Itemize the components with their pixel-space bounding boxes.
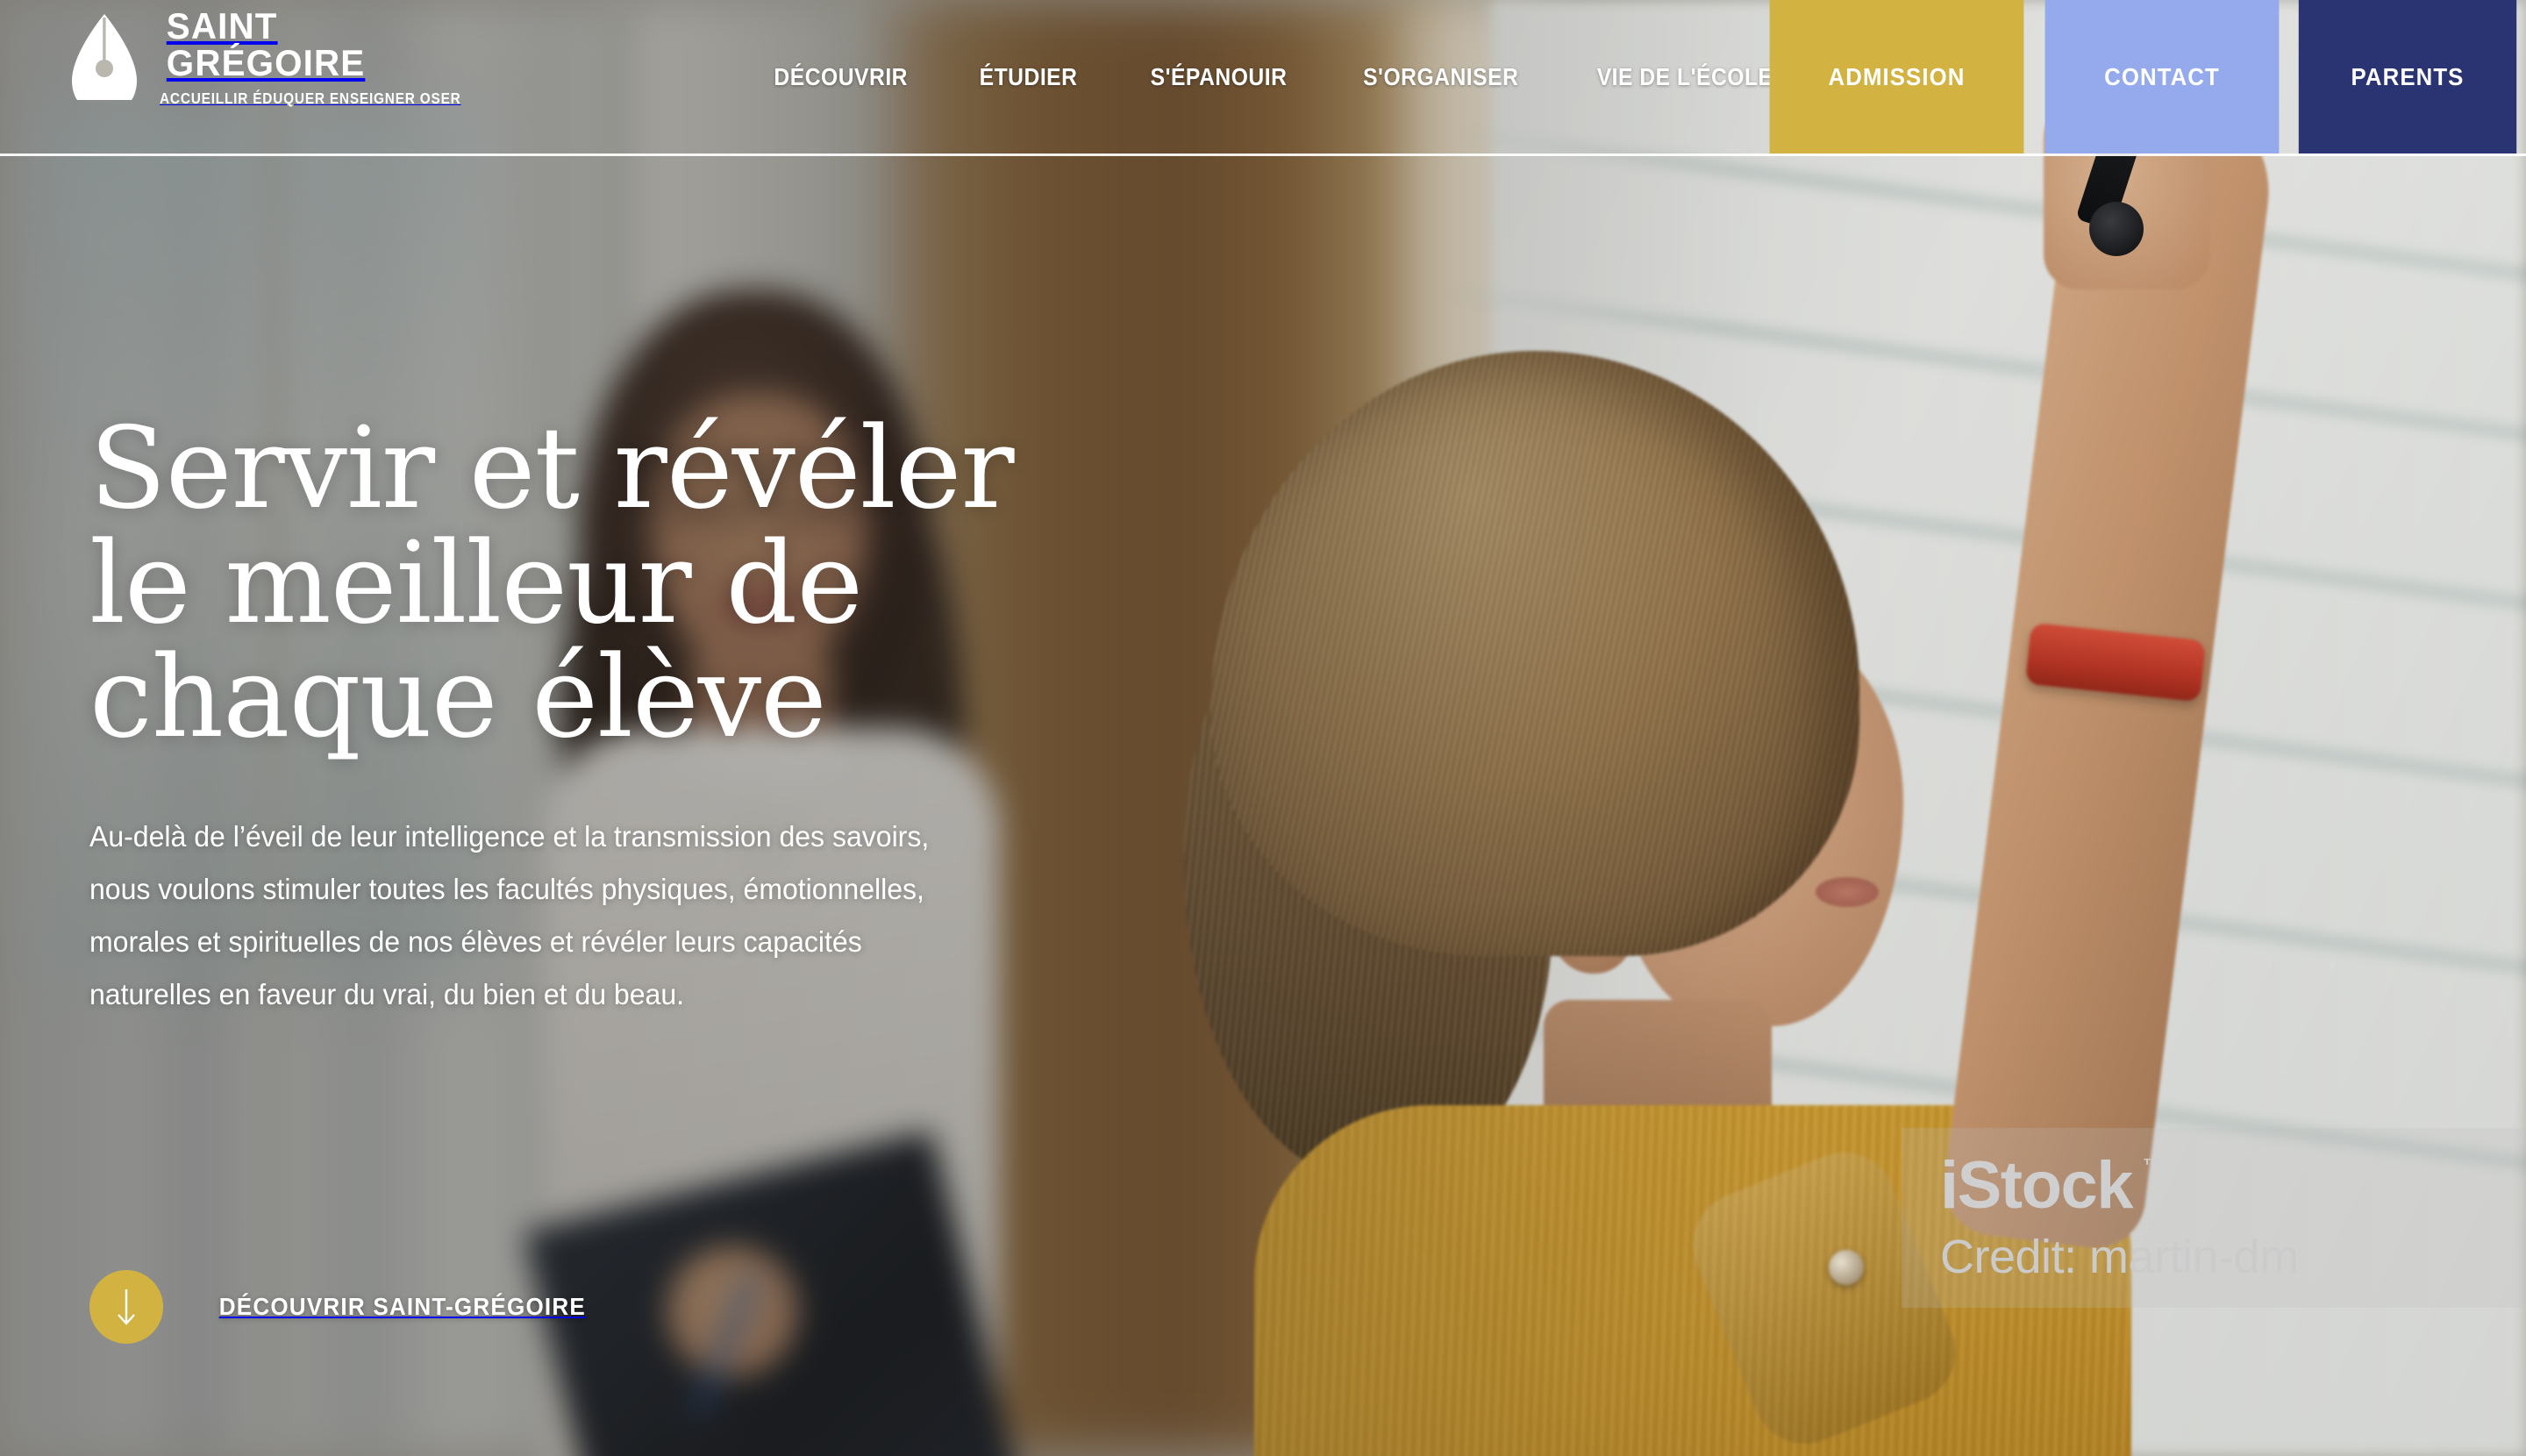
logo-wordmark: SAINT GRÉGOIRE ACCUEILLIR ÉDUQUER ENSEIG… [160,5,502,108]
parents-button[interactable]: PARENTS [2298,0,2517,153]
hero-paragraph: Au-delà de l’éveil de leur intelligence … [89,819,930,1010]
nav-item-sorganiser[interactable]: S'ORGANISER [1338,63,1544,91]
logo-tagline: ACCUEILLIR ÉDUQUER ENSEIGNER OSER [160,89,461,107]
logo-name-line2: GRÉGOIRE [166,42,366,84]
trademark-symbol: ™ [2143,1154,2163,1176]
admission-button[interactable]: ADMISSION [1769,0,2024,153]
hero-page: SAINT GRÉGOIRE ACCUEILLIR ÉDUQUER ENSEIG… [0,0,2526,1456]
main-navigation: DÉCOUVRIR ÉTUDIER S'ÉPANOUIR S'ORGANISER… [737,0,1813,153]
contact-button[interactable]: CONTACT [2044,0,2280,153]
header-divider [0,153,2526,156]
site-logo[interactable]: SAINT GRÉGOIRE ACCUEILLIR ÉDUQUER ENSEIG… [68,5,502,108]
hero-headline: Servir et révéler le meilleur de chaque … [89,403,1015,764]
site-header: SAINT GRÉGOIRE ACCUEILLIR ÉDUQUER ENSEIG… [0,0,2526,156]
nav-item-sepanouir[interactable]: S'ÉPANOUIR [1125,63,1311,91]
istock-credit-label: Credit: martin-dm [1940,1231,2299,1283]
discover-scroll-label: DÉCOUVRIR SAINT-GRÉGOIRE [218,1293,586,1320]
logo-name-line1: SAINT [166,5,278,46]
header-cta-group: ADMISSION CONTACT PARENTS [1759,0,2526,153]
nav-item-etudier[interactable]: ÉTUDIER [955,63,1102,91]
discover-scroll-button[interactable]: DÉCOUVRIR SAINT-GRÉGOIRE [89,1270,600,1344]
nav-item-decouvrir[interactable]: DÉCOUVRIR [749,63,932,91]
arrow-down-icon [89,1270,163,1344]
istock-brand-label: iStock [1940,1148,2134,1223]
istock-logo-text: iStock ™ [1940,1153,2162,1219]
pen-nib-mitre-icon [68,12,140,103]
istock-watermark: iStock ™ Credit: martin-dm [1902,1128,2526,1308]
hero-content: Servir et révéler le meilleur de chaque … [89,403,1230,1021]
